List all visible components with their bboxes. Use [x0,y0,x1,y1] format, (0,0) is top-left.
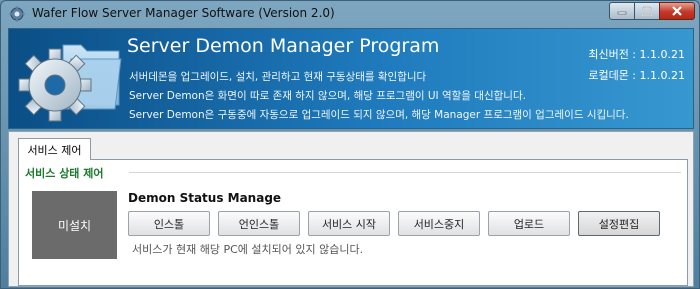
window-title: Wafer Flow Server Manager Software (Vers… [32,6,335,20]
tab-panel: 서비스 상태 제어 미설치 Demon Status Manage 인스톨 언인… [18,159,688,286]
app-window: Wafer Flow Server Manager Software (Vers… [0,0,700,289]
latest-version-label: 최신버전 : 1.1.0.21 [588,48,685,61]
gear-folder-icon [18,44,122,122]
app-icon [9,6,25,22]
maximize-icon [642,6,652,16]
start-service-button[interactable]: 서비스 시작 [308,211,390,236]
minimize-icon [617,11,627,15]
banner-description-line: 서버데몬을 업그레이드, 설치, 관리하고 현재 구동상태를 확인합니다 [129,71,427,83]
local-demon-version-label: 로컬데몬 : 1.1.0.21 [588,69,685,82]
close-icon [672,6,682,16]
banner-title: Server Demon Manager Program [127,35,440,57]
status-message: 서비스가 현재 해당 PC에 설치되어 있지 않습니다. [132,243,364,256]
title-bar[interactable]: Wafer Flow Server Manager Software (Vers… [1,1,699,26]
header-banner: Server Demon Manager Program 서버데몬을 업그레이드… [8,28,694,129]
status-title: Demon Status Manage [128,191,282,205]
banner-description-line: Server Demon은 구동중에 자동으로 업그레이드 되지 않으며, 해당… [129,109,629,121]
minimize-button[interactable] [609,2,635,20]
banner-description-line: Server Demon은 화면이 따로 존재 하지 않으며, 해당 프로그램이… [129,90,526,102]
tab-service-control[interactable]: 서비스 제어 [18,138,91,160]
stop-service-button[interactable]: 서비스중지 [398,211,480,236]
edit-settings-button[interactable]: 설정편집 [578,211,660,236]
uninstall-button[interactable]: 언인스톨 [218,211,300,236]
close-button[interactable] [659,2,695,20]
group-divider [129,172,681,173]
status-indicator: 미설치 [32,191,117,259]
install-button[interactable]: 인스톨 [128,211,210,236]
upload-button[interactable]: 업로드 [488,211,570,236]
maximize-button[interactable] [634,2,660,20]
main-content: 서비스 제어 서비스 상태 제어 미설치 Demon Status Manage… [8,131,694,287]
group-title: 서비스 상태 제어 [25,167,104,180]
